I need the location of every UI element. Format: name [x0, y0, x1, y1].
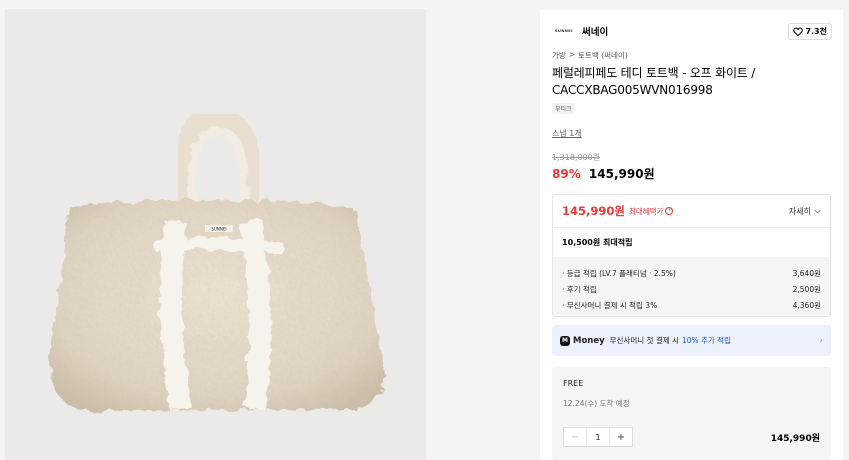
breadcrumb-separator: > [568, 50, 576, 59]
breadcrumb: 가방 > 토트백 (써네이) [552, 50, 628, 61]
benefit-line-label: · 무신사머니 결제 시 적립 3% [562, 300, 658, 310]
quantity-stepper: − 1 + [563, 427, 633, 447]
product-title: 페럴레피페도 테디 토트백 - 오프 화이트 / CACCXBAG005WVN0… [552, 66, 756, 97]
max-benefit-text: 최대혜택가 [628, 206, 664, 216]
brand-logo[interactable]: SUNNEI [552, 26, 576, 36]
detail-label: 자세히 [788, 206, 811, 216]
max-benefit-price: 145,990원 [562, 204, 625, 218]
chevron-down-icon [814, 209, 821, 213]
boutique-tag: 부티크 [552, 103, 575, 114]
like-button[interactable]: 7.3천 [788, 22, 832, 40]
money-promo-banner[interactable]: M Money 무신사머니 첫 결제 시 10% 추가 적립 › [552, 325, 831, 356]
plus-button[interactable]: + [610, 428, 632, 446]
benefit-line-value: 4,360원 [792, 300, 821, 310]
arrival-date: 12.24(수) 도착 예정 [563, 399, 630, 408]
brand-name[interactable]: 써네이 [582, 24, 608, 38]
benefit-line-label: · 후기 적립 [562, 284, 597, 294]
money-banner-text: 무신사머니 첫 결제 시 [609, 336, 679, 345]
product-info-panel: SUNNEI 써네이 7.3천 가방 > 토트백 (써네이) 페럴레피페도 테디… [540, 10, 843, 460]
breadcrumb-item[interactable]: 토트백 (써네이) [578, 50, 628, 61]
breadcrumb-item[interactable]: 가방 [552, 50, 566, 61]
line-total: 145,990원 [770, 433, 820, 444]
order-box: FREE 12.24(수) 도착 예정 − 1 + 145,990원 [552, 367, 831, 460]
shipping-fee: FREE [563, 379, 584, 388]
heart-icon [793, 27, 804, 36]
money-banner-highlight: 10% 추가 적립 [681, 336, 731, 345]
quantity-row: − 1 + 145,990원 [563, 427, 820, 447]
like-count: 7.3천 [805, 26, 827, 36]
benefit-line: · 후기 적립 2,500원 [562, 281, 821, 297]
svg-text:SUNNEI: SUNNEI [211, 227, 226, 232]
benefit-line-value: 2,500원 [792, 284, 821, 294]
money-word: Money [573, 335, 605, 346]
original-price: 1,318,000원 [552, 153, 601, 162]
quantity-value[interactable]: 1 [586, 428, 610, 446]
benefit-box: 145,990원 최대혜택가 ! 자세히 10,500원 최대적립 · 등급 적… [552, 194, 831, 317]
snap-link[interactable]: 스냅 1개 [552, 128, 582, 139]
product-image: SUNNEI [5, 9, 426, 460]
discount-rate: 89% [552, 167, 581, 181]
info-icon[interactable]: ! [665, 207, 674, 215]
tote-bag-illustration: SUNNEI [49, 108, 385, 411]
benefit-line-label: · 등급 적립 (LV.7 플래티넘 · 2.5%) [562, 268, 676, 278]
sale-price: 145,990원 [588, 167, 655, 181]
benefit-list: · 등급 적립 (LV.7 플래티넘 · 2.5%) 3,640원 · 후기 적… [553, 257, 830, 316]
chevron-right-icon: › [819, 335, 823, 346]
brand-row: SUNNEI 써네이 7.3천 [552, 20, 832, 42]
benefit-line: · 무신사머니 결제 시 적립 3% 4,360원 [562, 297, 821, 313]
detail-toggle-button[interactable]: 자세히 [789, 206, 821, 217]
benefit-line: · 등급 적립 (LV.7 플래티넘 · 2.5%) 3,640원 [562, 265, 821, 281]
money-logo-icon: M [560, 335, 570, 346]
points-summary: 10,500원 최대적립 [553, 227, 830, 257]
benefit-header: 145,990원 최대혜택가 ! 자세히 [553, 195, 830, 227]
benefit-line-value: 3,640원 [792, 268, 821, 278]
minus-button[interactable]: − [564, 428, 586, 446]
price-row: 89% 145,990원 [552, 165, 655, 182]
max-benefit-label: 최대혜택가 ! [629, 206, 674, 217]
